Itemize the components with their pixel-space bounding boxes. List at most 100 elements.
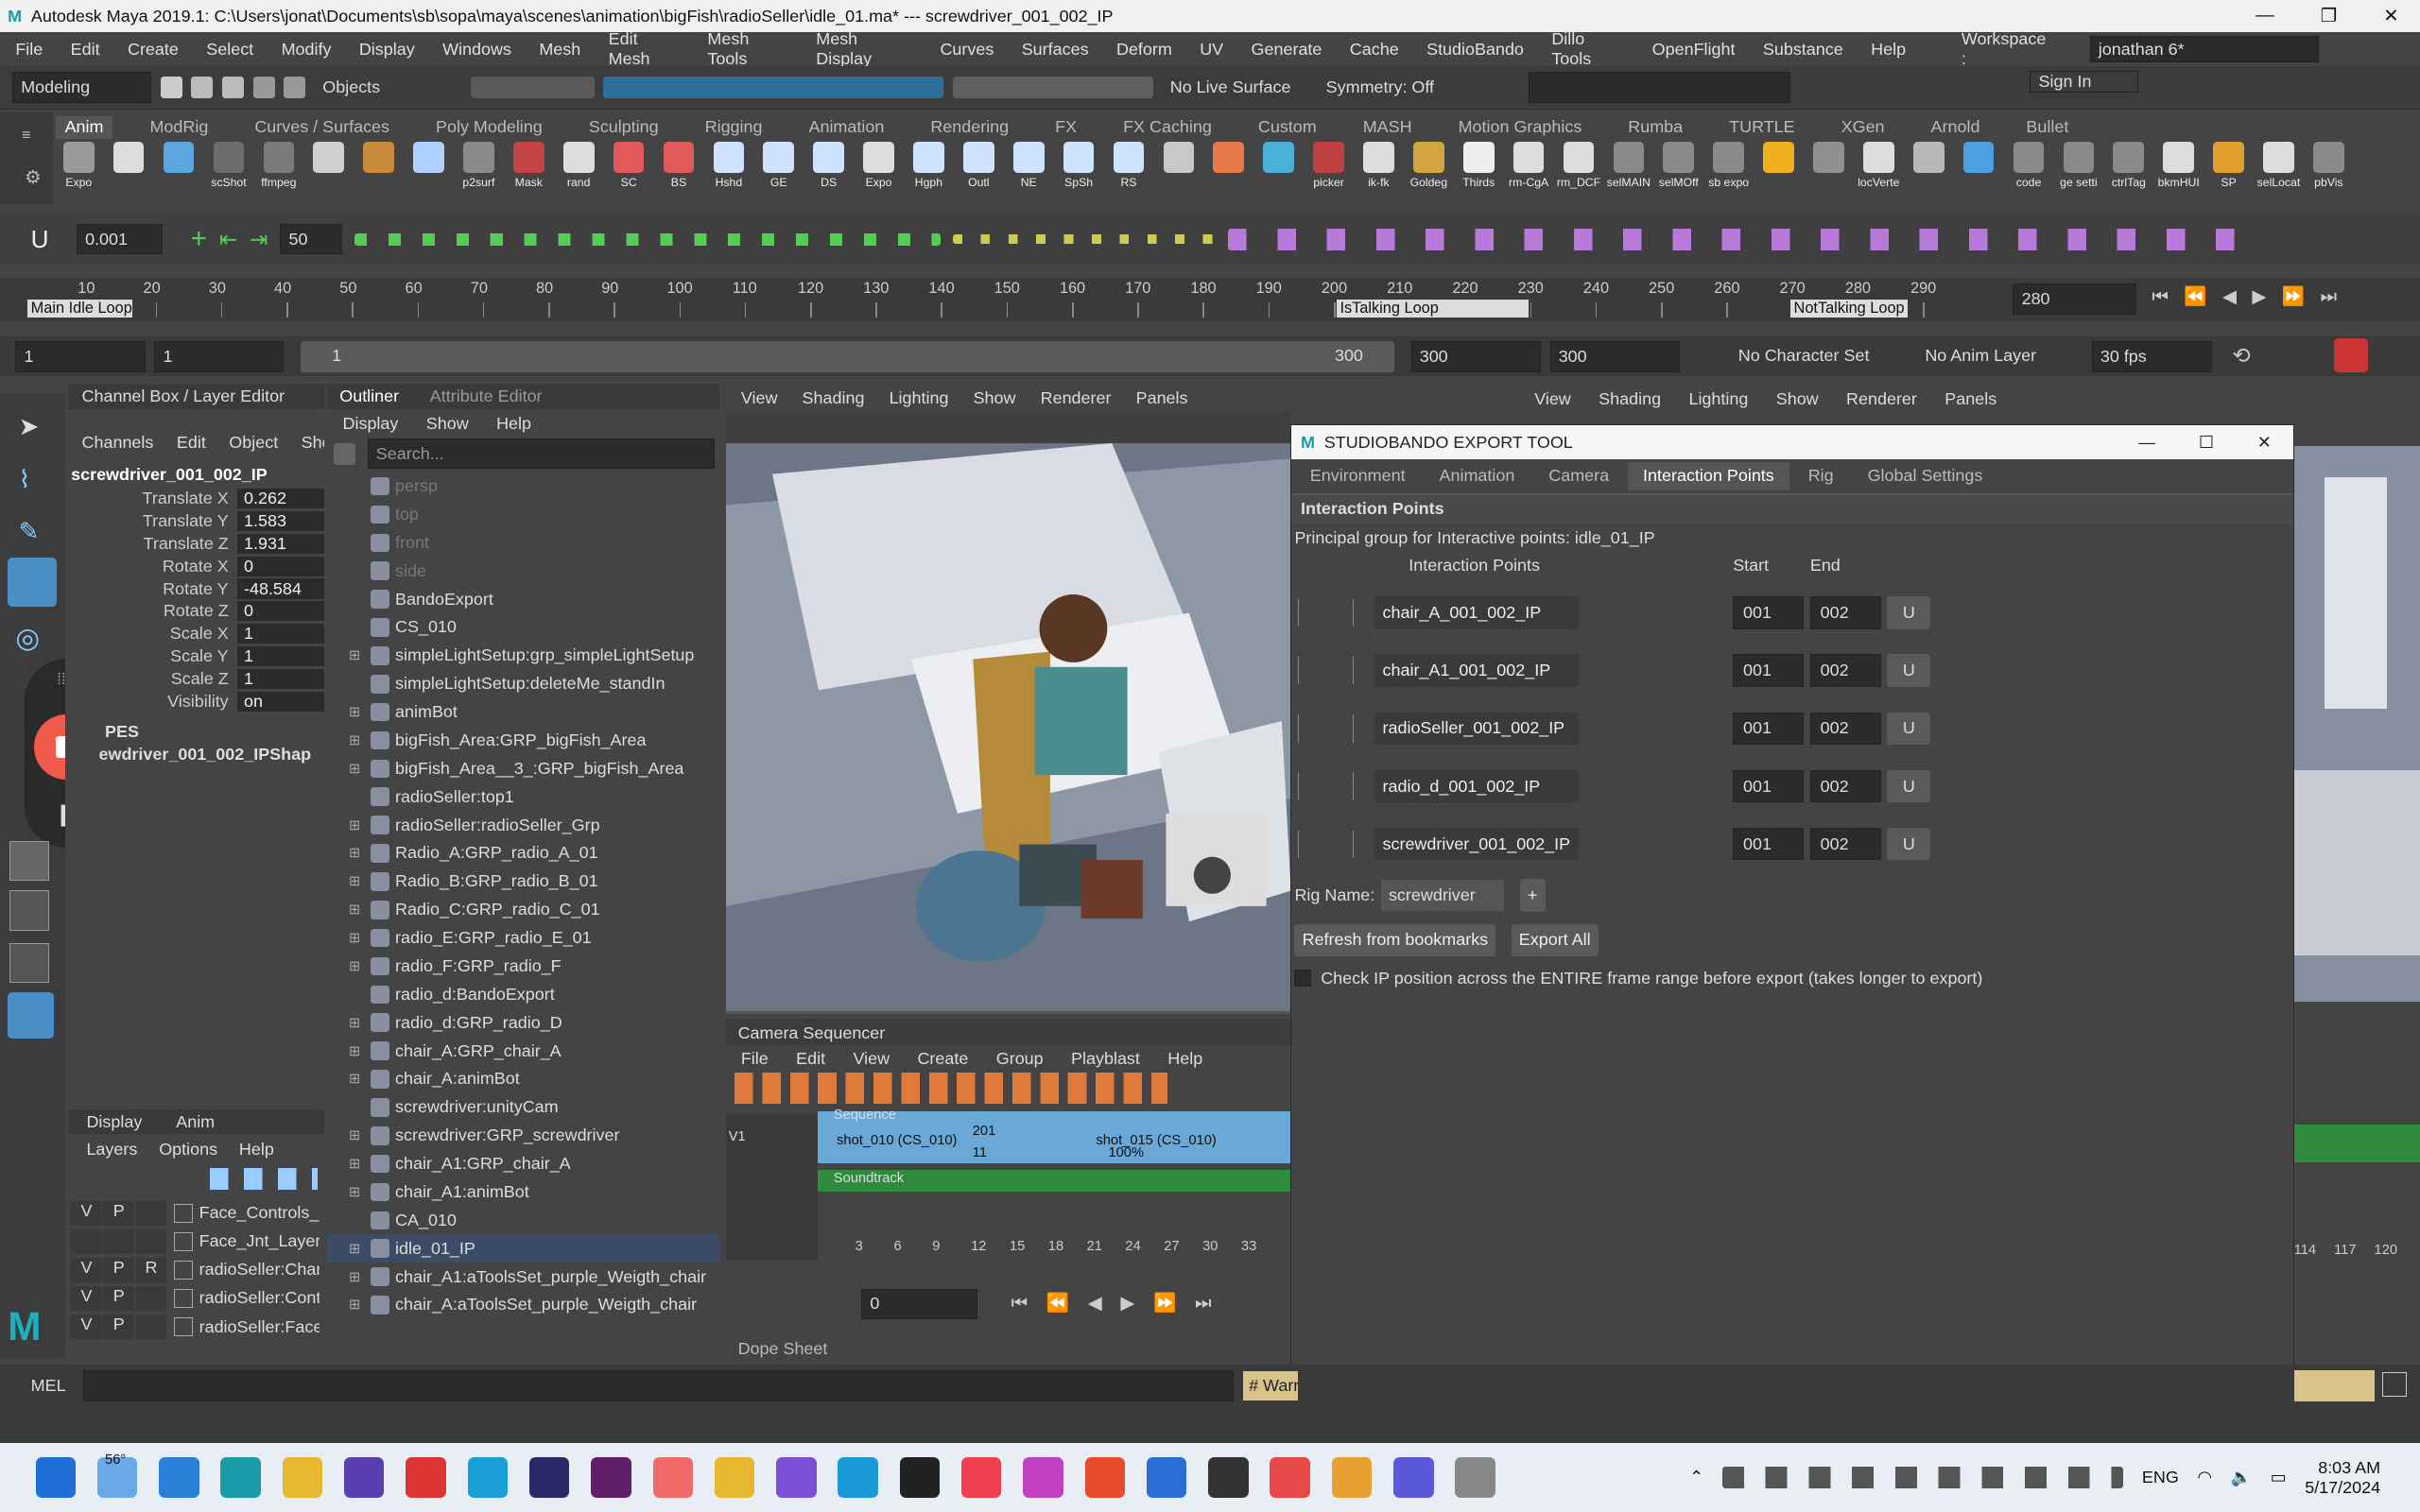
outliner-item[interactable]: simpleLightSetup:deleteMe_standIn	[327, 670, 719, 698]
select-tool-icon[interactable]: ➤	[19, 412, 40, 441]
attr-value[interactable]: 1.931	[237, 533, 324, 554]
menu-windows[interactable]: Windows	[442, 40, 511, 60]
channel-attr-row[interactable]: Translate Z 1.931	[68, 532, 324, 555]
ip-start-field[interactable]: 001	[1733, 596, 1805, 629]
layer-flag-v[interactable]: V	[71, 1314, 102, 1340]
outliner-item[interactable]: ⊞ radio_F:GRP_radio_F	[327, 953, 719, 981]
taskbar-onenote-icon[interactable]	[838, 1457, 878, 1498]
layer-tab-display[interactable]: Display	[86, 1112, 142, 1132]
ip-update-button[interactable]: U	[1887, 712, 1931, 745]
shelf-button[interactable]: p2surf	[456, 142, 502, 198]
paint-tool-icon[interactable]: ✎	[19, 517, 40, 546]
sequencer-frame-field[interactable]: 0	[861, 1288, 977, 1320]
channel-attr-row[interactable]: Scale X 1	[68, 623, 324, 645]
shelf-tab-rigging[interactable]: Rigging	[696, 116, 771, 139]
channel-attr-row[interactable]: Rotate Y -48.584	[68, 577, 324, 600]
outliner-item[interactable]: radioSeller:top1	[327, 782, 719, 811]
expand-icon[interactable]: ⊞	[349, 1297, 364, 1313]
outliner-tab-attribute-editor[interactable]: Attribute Editor	[430, 387, 543, 406]
clock-time[interactable]: 8:03 AM	[2318, 1458, 2380, 1478]
refresh-bookmarks-button[interactable]: Refresh from bookmarks	[1294, 923, 1496, 956]
layer-flag-p[interactable]: P	[103, 1314, 135, 1340]
taskbar-ae-icon[interactable]	[528, 1457, 570, 1498]
taskbar-browser-icon[interactable]	[159, 1457, 199, 1498]
move-tool-icon[interactable]	[8, 557, 58, 607]
battery-icon[interactable]: ▭	[2271, 1468, 2287, 1487]
range-slider[interactable]: 1 300	[301, 340, 1394, 372]
layer-color-icon[interactable]	[174, 1261, 194, 1280]
viewport-menu-panels[interactable]: Panels	[1136, 388, 1188, 408]
ip-start-field[interactable]: 001	[1733, 712, 1805, 745]
ip-start-field[interactable]: 001	[1733, 828, 1805, 861]
layer-row[interactable]: VP Face_Controls_LYR	[71, 1199, 321, 1228]
taskbar-more-icon[interactable]	[1455, 1457, 1495, 1498]
drag-handle-icon[interactable]	[1297, 656, 1354, 685]
ip-name-field[interactable]: chair_A_001_002_IP	[1374, 596, 1579, 629]
drag-handle-icon[interactable]	[1297, 830, 1354, 858]
auto-key-icon[interactable]	[2334, 337, 2369, 372]
outliner-search-input[interactable]: Search...	[367, 438, 716, 470]
attr-value[interactable]: 1.583	[237, 510, 324, 532]
outliner-item[interactable]: ⊞ Radio_C:GRP_radio_C_01	[327, 896, 719, 924]
outliner-menu-help[interactable]: Help	[496, 414, 531, 434]
ip-start-field[interactable]: 001	[1733, 769, 1805, 803]
layer-flag-p[interactable]: P	[103, 1200, 135, 1226]
sequencer-menu-create[interactable]: Create	[917, 1049, 968, 1069]
shelf-button[interactable]: code	[2006, 142, 2052, 198]
shot-010[interactable]: shot_010 (CS_010)	[837, 1133, 957, 1148]
key-right-icon[interactable]: ⇥	[250, 227, 268, 252]
attr-value[interactable]: on	[237, 691, 324, 712]
sequence-bar[interactable]: Sequence shot_010 (CS_010) shot_015 (CS_…	[818, 1108, 1291, 1164]
shelf-button[interactable]	[1155, 142, 1201, 198]
layer-flag-r[interactable]	[135, 1285, 167, 1312]
attr-value[interactable]: 1	[237, 624, 324, 644]
channel-attr-row[interactable]: Rotate Z 0	[68, 600, 324, 623]
viewport-menu-renderer[interactable]: Renderer	[1041, 388, 1112, 408]
shelf-tab-sculpting[interactable]: Sculpting	[579, 116, 667, 139]
shelf-tab-poly-modeling[interactable]: Poly Modeling	[426, 116, 551, 139]
layer-flag-v[interactable]: V	[71, 1285, 102, 1312]
grid-dots-icon[interactable]: ⁞⁞	[57, 671, 64, 689]
workspace-select[interactable]: jonathan 6*	[2089, 36, 2319, 63]
menu-mesh-tools[interactable]: Mesh Tools	[707, 32, 787, 66]
sequencer-playback[interactable]: ⏮⏪◀▶⏩⏭	[1011, 1292, 1231, 1314]
layout-single-icon[interactable]	[9, 840, 50, 882]
layer-flag-p[interactable]: P	[103, 1257, 135, 1282]
attr-value[interactable]: 0.262	[237, 489, 324, 509]
ip-update-button[interactable]: U	[1887, 769, 1931, 803]
timeline-marker[interactable]: Main Idle Loop	[27, 299, 133, 318]
mode-select[interactable]: Modeling	[12, 72, 152, 103]
channel-node-name[interactable]: screwdriver_001_002_IP	[68, 458, 324, 485]
outliner-item[interactable]: ⊞ chair_A:aToolsSet_purple_Weigth_chair	[327, 1291, 719, 1319]
key-tools-icon[interactable]	[953, 234, 1216, 244]
shelf-button[interactable]: BS	[655, 142, 701, 198]
outliner-item[interactable]: ⊞ radioSeller:radioSeller_Grp	[327, 811, 719, 839]
channel-menu-channels[interactable]: Channels	[82, 433, 154, 453]
ip-end-field[interactable]: 002	[1809, 596, 1881, 629]
layer-row[interactable]: VPradioSeller:Contro	[71, 1284, 321, 1313]
shelf-tab-xgen[interactable]: XGen	[1832, 116, 1894, 139]
dialog-minimize-icon[interactable]: —	[2138, 433, 2155, 453]
shelf-tab-anim[interactable]: Anim	[55, 115, 113, 139]
outliner-item[interactable]: ⊞ Radio_A:GRP_radio_A_01	[327, 839, 719, 868]
right-viewport-menu-renderer[interactable]: Renderer	[1846, 389, 1917, 409]
layer-row[interactable]: VPRradioSeller:Charac	[71, 1256, 321, 1284]
expand-icon[interactable]: ⊞	[349, 958, 364, 974]
outliner-item[interactable]: ⊞ chair_A:GRP_chair_A	[327, 1037, 719, 1065]
ip-update-button[interactable]: U	[1887, 654, 1931, 687]
outliner-item[interactable]: ⊞ radio_d:GRP_radio_D	[327, 1008, 719, 1037]
layer-color-icon[interactable]	[174, 1232, 194, 1251]
rig-name-select[interactable]: screwdriver	[1380, 880, 1505, 911]
channel-attr-row[interactable]: Rotate X 0	[68, 555, 324, 577]
shelf-button[interactable]: Hshd	[705, 142, 752, 198]
taskbar-app-icon[interactable]	[344, 1457, 385, 1498]
layer-menu-layers[interactable]: Layers	[86, 1140, 137, 1160]
ip-name-field[interactable]: screwdriver_001_002_IP	[1374, 828, 1579, 861]
maximize-icon[interactable]: ❐	[2321, 5, 2338, 27]
shelf-button[interactable]: ffmpeg	[255, 142, 302, 198]
layout-four-icon[interactable]	[9, 890, 50, 931]
shelf-button[interactable]	[1806, 142, 1852, 198]
dialog-close-icon[interactable]: ✕	[2257, 433, 2272, 453]
select-tools-icon[interactable]	[471, 77, 595, 98]
ip-name-field[interactable]: radioSeller_001_002_IP	[1374, 712, 1579, 745]
